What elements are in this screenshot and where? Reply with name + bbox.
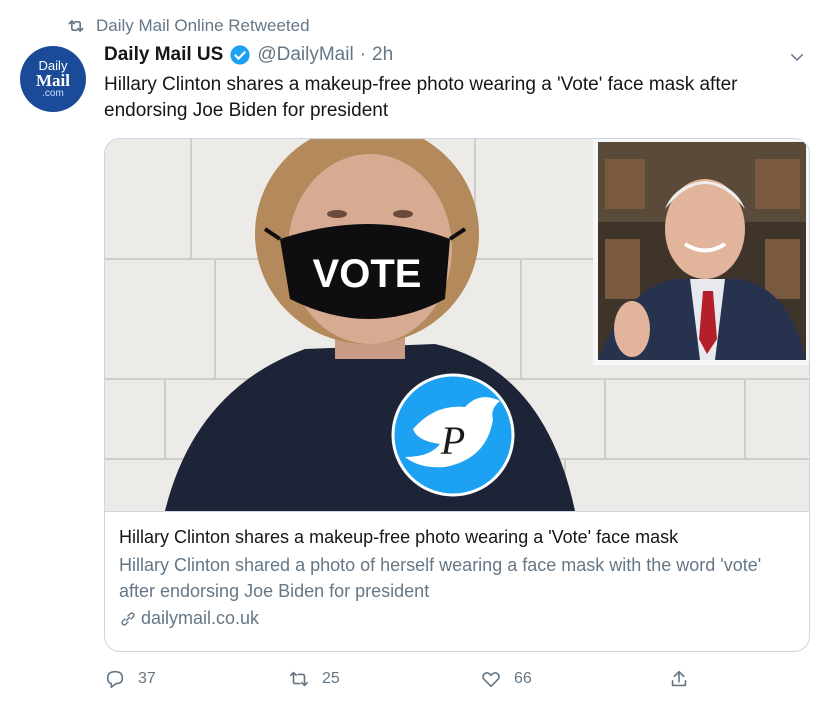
separator-dot: · [359,44,367,65]
avatar-line2: Mail [36,71,70,90]
share-button[interactable] [668,668,690,690]
card-description: Hillary Clinton shared a photo of hersel… [119,555,762,601]
retweet-count: 25 [322,670,340,687]
avatar-line3: .com [42,88,64,99]
chevron-down-icon[interactable] [788,48,806,66]
tweet-time[interactable]: 2h [372,44,393,66]
card-photo: VOTE P [105,139,809,511]
like-count: 66 [514,670,532,687]
card-domain: dailymail.co.uk [119,608,797,629]
card-domain-text: dailymail.co.uk [141,608,260,628]
like-icon [482,671,500,688]
card-title: Hillary Clinton shares a makeup-free pho… [119,527,679,547]
verified-icon [230,45,250,65]
retweet-button[interactable]: 25 [288,668,340,690]
author-handle[interactable]: @DailyMail [257,44,353,66]
like-button[interactable]: 66 [480,668,532,690]
retweet-context[interactable]: Daily Mail Online Retweeted [66,16,310,36]
share-icon [671,670,687,687]
tweet-text: Hillary Clinton shares a makeup-free pho… [104,74,738,121]
watermark-letter: P [440,418,465,463]
card-text: Hillary Clinton shares a makeup-free pho… [105,511,809,651]
link-icon [121,611,135,626]
author-name[interactable]: Daily Mail US [104,44,223,66]
tweet-actions: 37 25 66 [104,668,704,694]
avatar[interactable]: Daily Mail .com [20,46,86,112]
link-card[interactable]: VOTE P Hillary Clinton shares a makeup-f… [104,138,810,652]
reply-count: 37 [138,670,156,687]
retweet-label: Daily Mail Online Retweeted [96,16,310,35]
mask-text: VOTE [313,252,422,296]
reply-icon [106,670,124,689]
reply-button[interactable]: 37 [104,668,156,690]
card-image: VOTE P [105,139,809,511]
retweet-icon [289,671,309,687]
tweet-header: Daily Mail US @DailyMail · 2h [104,44,393,66]
retweet-icon [68,20,84,32]
